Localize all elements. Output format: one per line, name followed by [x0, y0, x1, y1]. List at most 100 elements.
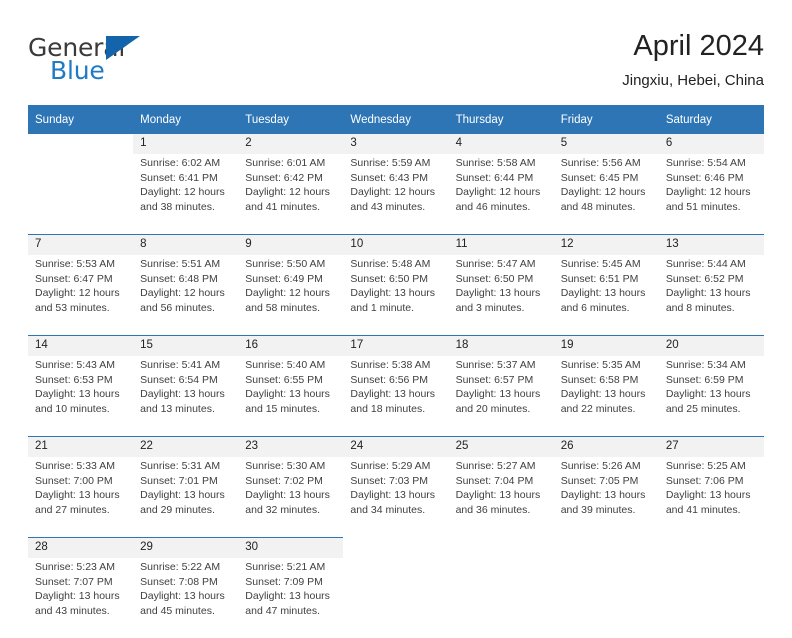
day-number[interactable]: 13 — [658, 234, 764, 255]
day-detail-cell[interactable]: Sunrise: 5:25 AM Sunset: 7:06 PM Daylight:… — [658, 457, 764, 538]
day-detail-line: Sunset: 6:44 PM — [455, 171, 534, 184]
day-detail-line: and 34 minutes. — [350, 503, 426, 516]
day-detail-line: and 3 minutes. — [455, 301, 525, 314]
day-number[interactable]: 1 — [133, 134, 239, 154]
empty-day-cell — [553, 558, 659, 638]
day-detail-cell[interactable]: Sunrise: 5:48 AM Sunset: 6:50 PM Daylight:… — [343, 255, 449, 336]
day-detail-cell[interactable]: Sunrise: 5:22 AM Sunset: 7:08 PM Daylight:… — [133, 558, 239, 638]
day-detail-line: Daylight: 13 hours — [140, 489, 225, 502]
day-number[interactable]: 28 — [28, 537, 134, 558]
day-detail-line: Sunrise: 5:38 AM — [350, 359, 431, 371]
empty-day-number — [448, 537, 554, 558]
day-detail-cell[interactable]: Sunrise: 5:50 AM Sunset: 6:49 PM Daylight:… — [238, 255, 344, 336]
day-detail-cell[interactable]: Sunrise: 5:44 AM Sunset: 6:52 PM Daylight:… — [658, 255, 764, 336]
day-detail-line: Sunset: 6:59 PM — [665, 373, 744, 386]
day-detail-line: Sunrise: 6:02 AM — [140, 157, 221, 169]
day-detail-line: and 48 minutes. — [560, 200, 636, 213]
day-detail-cell[interactable]: Sunrise: 5:34 AM Sunset: 6:59 PM Daylight:… — [658, 356, 764, 437]
day-number[interactable]: 5 — [553, 134, 659, 154]
day-detail-cell[interactable]: Sunrise: 5:31 AM Sunset: 7:01 PM Daylight:… — [133, 457, 239, 538]
day-detail-line: Sunset: 6:51 PM — [560, 272, 639, 285]
day-number[interactable]: 2 — [238, 134, 344, 154]
day-detail-line: and 27 minutes. — [35, 503, 110, 516]
day-detail-line: Sunrise: 5:53 AM — [35, 258, 115, 270]
day-detail-cell[interactable]: Sunrise: 5:40 AM Sunset: 6:55 PM Daylight:… — [238, 356, 344, 437]
day-detail-line: and 18 minutes. — [350, 402, 426, 415]
title-block: April 2024 Jingxiu, Hebei, China — [622, 28, 764, 92]
empty-day-number — [343, 537, 449, 558]
day-detail-line: Sunrise: 5:48 AM — [350, 258, 431, 270]
day-detail-line: Sunset: 7:08 PM — [140, 575, 218, 588]
day-detail-line: Sunset: 7:00 PM — [35, 474, 113, 487]
day-detail-cell[interactable]: Sunrise: 5:45 AM Sunset: 6:51 PM Daylight:… — [553, 255, 659, 336]
day-number[interactable]: 21 — [28, 436, 134, 457]
day-detail-line: and 43 minutes. — [350, 200, 426, 213]
day-detail-cell[interactable]: Sunrise: 6:01 AM Sunset: 6:42 PM Daylight:… — [238, 154, 344, 235]
day-number[interactable]: 24 — [343, 436, 449, 457]
day-number[interactable]: 27 — [658, 436, 764, 457]
day-detail-line: Sunrise: 5:21 AM — [245, 561, 326, 573]
day-detail-line: Sunset: 7:07 PM — [35, 575, 113, 588]
day-detail-cell[interactable]: Sunrise: 5:21 AM Sunset: 7:09 PM Daylight:… — [238, 558, 344, 638]
day-number[interactable]: 14 — [28, 335, 134, 356]
day-number[interactable]: 17 — [343, 335, 449, 356]
day-detail-cell[interactable]: Sunrise: 5:37 AM Sunset: 6:57 PM Daylight:… — [448, 356, 554, 437]
day-number[interactable]: 22 — [133, 436, 239, 457]
day-number[interactable]: 19 — [553, 335, 659, 356]
general-blue-logo[interactable]: General Blue — [28, 34, 228, 90]
day-detail-cell[interactable]: Sunrise: 5:53 AM Sunset: 6:47 PM Daylight:… — [28, 255, 134, 336]
day-detail-cell[interactable]: Sunrise: 5:33 AM Sunset: 7:00 PM Daylight:… — [28, 457, 134, 538]
day-detail-cell[interactable]: Sunrise: 5:59 AM Sunset: 6:43 PM Daylight:… — [343, 154, 449, 235]
weekday-header-monday: Monday — [133, 105, 239, 134]
day-detail-cell[interactable]: Sunrise: 5:51 AM Sunset: 6:48 PM Daylight:… — [133, 255, 239, 336]
day-detail-cell[interactable]: Sunrise: 5:27 AM Sunset: 7:04 PM Daylight:… — [448, 457, 554, 538]
day-number[interactable]: 11 — [448, 234, 554, 255]
day-number[interactable]: 20 — [658, 335, 764, 356]
day-number[interactable]: 15 — [133, 335, 239, 356]
day-detail-cell[interactable]: Sunrise: 5:23 AM Sunset: 7:07 PM Daylight:… — [28, 558, 134, 638]
day-detail-cell[interactable]: Sunrise: 5:56 AM Sunset: 6:45 PM Daylight:… — [553, 154, 659, 235]
day-detail-line: Sunrise: 5:35 AM — [560, 359, 641, 371]
day-detail-line: Sunrise: 5:44 AM — [665, 258, 746, 270]
day-detail-cell[interactable]: Sunrise: 5:26 AM Sunset: 7:05 PM Daylight:… — [553, 457, 659, 538]
day-detail-line: and 45 minutes. — [140, 604, 215, 617]
day-number[interactable]: 18 — [448, 335, 554, 356]
day-number[interactable]: 7 — [28, 234, 134, 255]
day-number[interactable]: 9 — [238, 234, 344, 255]
day-number[interactable]: 6 — [658, 134, 764, 154]
day-number[interactable]: 10 — [343, 234, 449, 255]
day-detail-cell[interactable]: Sunrise: 5:58 AM Sunset: 6:44 PM Daylight:… — [448, 154, 554, 235]
day-detail-line: Sunrise: 5:26 AM — [560, 460, 641, 472]
day-number[interactable]: 8 — [133, 234, 239, 255]
day-detail-cell[interactable]: Sunrise: 5:43 AM Sunset: 6:53 PM Daylight:… — [28, 356, 134, 437]
day-number[interactable]: 3 — [343, 134, 449, 154]
day-number[interactable]: 29 — [133, 537, 239, 558]
day-detail-line: Daylight: 12 hours — [35, 287, 120, 300]
day-detail-line: Sunrise: 5:34 AM — [665, 359, 746, 371]
day-number[interactable]: 26 — [553, 436, 659, 457]
day-detail-cell[interactable]: Sunrise: 5:54 AM Sunset: 6:46 PM Daylight:… — [658, 154, 764, 235]
day-number[interactable]: 16 — [238, 335, 344, 356]
day-number[interactable]: 23 — [238, 436, 344, 457]
day-detail-line: Daylight: 13 hours — [665, 388, 751, 401]
day-number[interactable]: 30 — [238, 537, 344, 558]
day-number[interactable]: 25 — [448, 436, 554, 457]
day-detail-line: Daylight: 12 hours — [350, 186, 436, 199]
day-detail-cell[interactable]: Sunrise: 5:30 AM Sunset: 7:02 PM Daylight:… — [238, 457, 344, 538]
day-detail-line: Sunrise: 5:31 AM — [140, 460, 221, 472]
day-detail-line: and 47 minutes. — [245, 604, 320, 617]
day-detail-line: Daylight: 13 hours — [35, 590, 120, 603]
day-detail-line: Sunset: 7:04 PM — [455, 474, 534, 487]
day-detail-line: and 22 minutes. — [560, 402, 636, 415]
day-number[interactable]: 12 — [553, 234, 659, 255]
day-detail-cell[interactable]: Sunrise: 5:41 AM Sunset: 6:54 PM Daylight:… — [133, 356, 239, 437]
day-number[interactable]: 4 — [448, 134, 554, 154]
day-detail-cell[interactable]: Sunrise: 5:47 AM Sunset: 6:50 PM Daylight:… — [448, 255, 554, 336]
day-detail-line: Daylight: 12 hours — [140, 186, 225, 199]
day-detail-line: and 1 minute. — [350, 301, 415, 314]
day-detail-cell[interactable]: Sunrise: 6:02 AM Sunset: 6:41 PM Daylight:… — [133, 154, 239, 235]
day-detail-cell[interactable]: Sunrise: 5:35 AM Sunset: 6:58 PM Daylight:… — [553, 356, 659, 437]
day-detail-line: Sunset: 6:49 PM — [245, 272, 323, 285]
day-detail-cell[interactable]: Sunrise: 5:29 AM Sunset: 7:03 PM Daylight:… — [343, 457, 449, 538]
day-detail-cell[interactable]: Sunrise: 5:38 AM Sunset: 6:56 PM Daylight:… — [343, 356, 449, 437]
